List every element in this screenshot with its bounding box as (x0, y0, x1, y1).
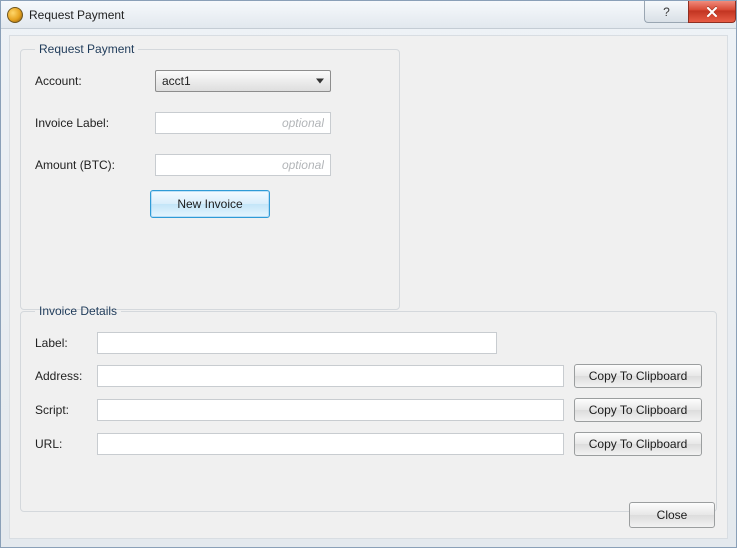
footer: Close (619, 502, 715, 528)
window-controls: ? (644, 1, 736, 23)
app-icon (7, 7, 23, 23)
invoice-details-group: Invoice Details Label: Address: Copy To … (20, 304, 717, 512)
address-field-label: Address: (35, 369, 97, 383)
label-input[interactable] (97, 332, 497, 354)
chevron-down-icon (316, 79, 324, 84)
invoice-label-label: Invoice Label: (35, 116, 155, 130)
close-icon (706, 7, 718, 17)
request-payment-group: Request Payment Account: acct1 Invoice L… (20, 42, 400, 310)
url-row: URL: Copy To Clipboard (35, 432, 702, 456)
url-field-label: URL: (35, 437, 97, 451)
copy-url-button[interactable]: Copy To Clipboard (574, 432, 702, 456)
account-label: Account: (35, 74, 155, 88)
script-field-label: Script: (35, 403, 97, 417)
titlebar: Request Payment ? (1, 1, 736, 29)
account-row: Account: acct1 (35, 70, 385, 92)
invoice-label-input[interactable] (155, 112, 331, 134)
address-row: Address: Copy To Clipboard (35, 364, 702, 388)
invoice-label-row: Invoice Label: (35, 112, 385, 134)
request-payment-legend: Request Payment (35, 42, 138, 56)
account-selected-value: acct1 (162, 74, 191, 88)
help-icon: ? (663, 5, 670, 19)
script-input[interactable] (97, 399, 564, 421)
help-button[interactable]: ? (644, 1, 688, 23)
copy-script-button[interactable]: Copy To Clipboard (574, 398, 702, 422)
copy-address-button[interactable]: Copy To Clipboard (574, 364, 702, 388)
address-input[interactable] (97, 365, 564, 387)
amount-row: Amount (BTC): (35, 154, 385, 176)
url-input[interactable] (97, 433, 564, 455)
script-row: Script: Copy To Clipboard (35, 398, 702, 422)
window-close-button[interactable] (688, 1, 736, 23)
close-button[interactable]: Close (629, 502, 715, 528)
label-row: Label: (35, 332, 702, 354)
label-field-label: Label: (35, 336, 97, 350)
new-invoice-button[interactable]: New Invoice (150, 190, 270, 218)
invoice-details-legend: Invoice Details (35, 304, 121, 318)
amount-input[interactable] (155, 154, 331, 176)
client-area: Request Payment Account: acct1 Invoice L… (9, 35, 728, 539)
amount-label: Amount (BTC): (35, 158, 155, 172)
account-combobox[interactable]: acct1 (155, 70, 331, 92)
dialog-window: Request Payment ? Request Payment Accoun… (0, 0, 737, 548)
window-title: Request Payment (29, 8, 124, 22)
